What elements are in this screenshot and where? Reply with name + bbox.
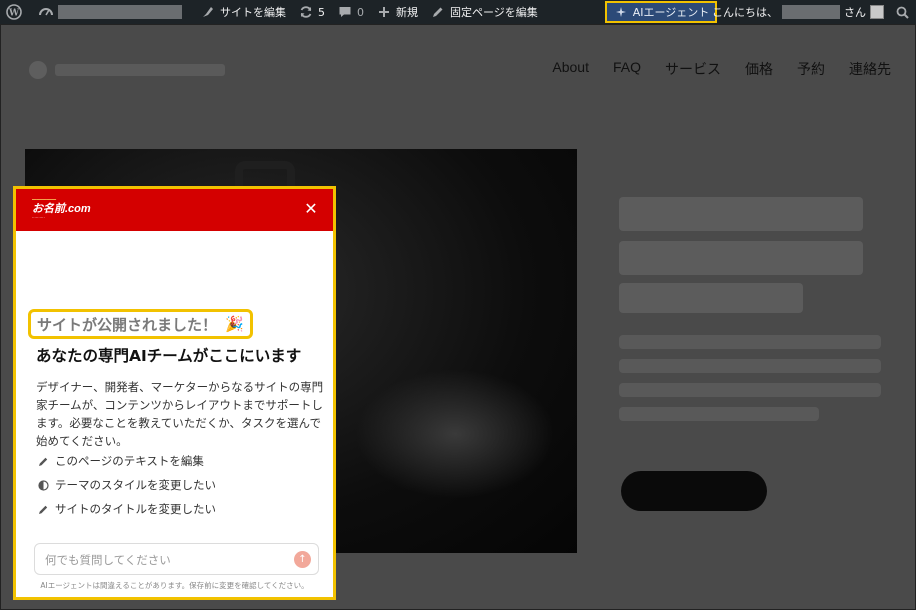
suggestion-edit-text[interactable]: このページのテキストを編集 (36, 449, 216, 473)
party-popper-icon: 🎉 (225, 315, 244, 333)
nav-item-contact[interactable]: 連絡先 (849, 59, 891, 79)
site-nav: About FAQ サービス 価格 予約 連絡先 (552, 59, 891, 79)
comment-icon (337, 4, 353, 20)
site-name-redacted (58, 5, 182, 19)
comments-link[interactable]: 0 (331, 0, 370, 24)
suggestion-label: サイトのタイトルを変更したい (55, 502, 216, 516)
site-name-menu[interactable] (32, 0, 194, 24)
half-circle-icon (36, 478, 50, 492)
updates-count: 5 (318, 5, 325, 19)
hero-heading-blur-3 (619, 283, 803, 313)
nav-item-pricing[interactable]: 価格 (745, 59, 773, 79)
dashboard-icon (38, 4, 54, 20)
edit-site-link[interactable]: サイトを編集 (194, 0, 292, 24)
panel-body: サイトが公開されました！ 🎉 あなたの専門AIチームがここにいます デザイナー、… (16, 231, 333, 597)
logo-mark-icon (29, 61, 47, 79)
hero-heading-blur-2 (619, 241, 863, 275)
plus-icon (376, 4, 392, 20)
edit-page-link[interactable]: 固定ページを編集 (424, 0, 544, 24)
account-menu[interactable]: こんにちは、 さん (712, 0, 916, 24)
brand-logo: ━━━━━━━━━━ お名前.com ·········· (32, 197, 98, 221)
pencil-icon (36, 502, 50, 516)
site-logo[interactable] (29, 55, 259, 85)
suggestion-label: このページのテキストを編集 (55, 454, 204, 468)
nav-item-about[interactable]: About (552, 59, 589, 79)
wordpress-menu[interactable]: W (0, 0, 32, 24)
hero-text-blur-1 (619, 335, 881, 349)
hero-image-glow (355, 369, 555, 499)
username-redacted (782, 5, 840, 19)
greeting-suffix: さん (844, 6, 866, 19)
published-banner: サイトが公開されました！ 🎉 (28, 309, 253, 339)
chat-input-box: ↑ (34, 543, 319, 575)
suggestion-label: テーマのスタイルを変更したい (55, 478, 216, 492)
close-icon[interactable]: ✕ (303, 201, 319, 217)
edit-site-label: サイトを編集 (220, 6, 286, 19)
ai-agent-button[interactable]: AIエージェント (605, 1, 717, 23)
new-content-link[interactable]: 新規 (370, 0, 424, 24)
updates-link[interactable]: 5 (292, 0, 331, 24)
nav-item-services[interactable]: サービス (665, 59, 721, 79)
comments-count: 0 (357, 5, 364, 19)
hero-text-blur-4 (619, 407, 819, 421)
suggestion-list: このページのテキストを編集 テーマのスタイルを変更したい サイトのタイトルを変更… (36, 449, 216, 521)
wordpress-logo-icon: W (6, 4, 22, 20)
send-arrow-icon[interactable]: ↑ (294, 551, 311, 568)
disclaimer-text: AIエージェントは間違えることがあります。保存前に変更を確認してください。 (40, 581, 309, 590)
hero-heading-blur-1 (619, 197, 863, 231)
admin-bar: W サイトを編集 5 0 新規 固定ページを編集 AIエージェント こんにちは、… (0, 0, 916, 24)
avatar[interactable] (870, 5, 884, 19)
ai-agent-label: AIエージェント (632, 6, 710, 19)
svg-text:W: W (8, 9, 20, 19)
hero-text-blur-2 (619, 359, 881, 373)
edit-page-label: 固定ページを編集 (450, 6, 538, 19)
panel-description: デザイナー、開発者、マーケターからなるサイトの専門家チームが、コンテンツからレイ… (36, 380, 324, 448)
brand-name: お名前.com (32, 203, 91, 215)
hero-cta-button[interactable] (621, 471, 767, 511)
hero-text-blur-3 (619, 383, 881, 397)
panel-heading: あなたの専門AIチームがここにいます (36, 347, 302, 365)
suggestion-theme-style[interactable]: テーマのスタイルを変更したい (36, 473, 216, 497)
logo-text-redacted (55, 64, 225, 76)
updates-icon (298, 4, 314, 20)
sparkle-icon (613, 4, 629, 20)
search-icon[interactable] (894, 4, 910, 20)
new-label: 新規 (396, 6, 418, 19)
nav-item-faq[interactable]: FAQ (613, 59, 641, 79)
brand-url-graphic: ·········· (32, 215, 45, 220)
greeting-label: こんにちは、 (712, 6, 778, 19)
chat-input[interactable] (45, 550, 285, 570)
brush-icon (200, 4, 216, 20)
panel-header: ━━━━━━━━━━ お名前.com ·········· ✕ (16, 189, 333, 231)
suggestion-site-title[interactable]: サイトのタイトルを変更したい (36, 497, 216, 521)
nav-item-booking[interactable]: 予約 (797, 59, 825, 79)
pencil-icon (430, 4, 446, 20)
published-text: サイトが公開されました！ (37, 315, 218, 334)
ai-agent-panel: ━━━━━━━━━━ お名前.com ·········· ✕ サイトが公開され… (13, 186, 336, 600)
pencil-icon (36, 454, 50, 468)
